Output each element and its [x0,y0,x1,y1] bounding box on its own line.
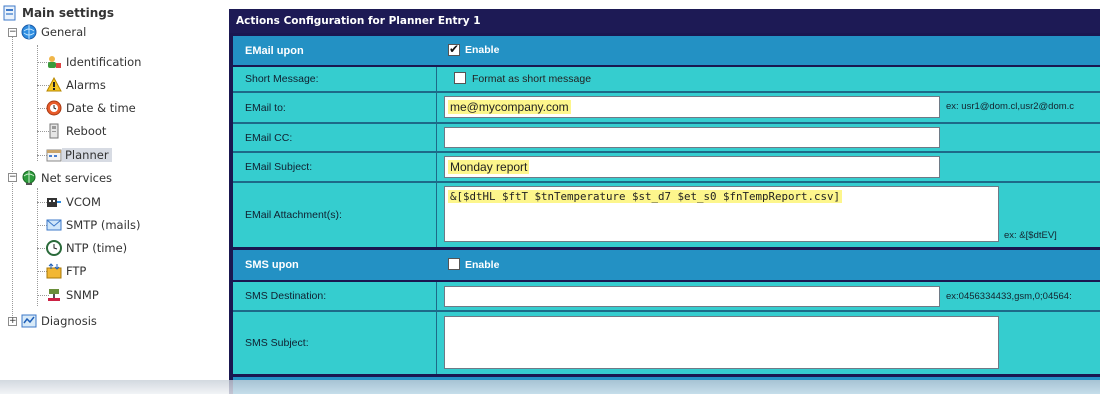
ftp-icon [46,263,62,279]
globe-icon [21,24,37,40]
tree-item-diagnosis[interactable]: Diagnosis [21,311,97,331]
email-to-input[interactable]: me@mycompany.com [444,96,940,118]
diagnosis-icon [21,313,37,329]
panel-title: Actions Configuration for Planner Entry … [229,9,1100,33]
tree-item-ntp[interactable]: NTP (time) [46,238,127,258]
email-attachment-label: EMail Attachment(s): [233,183,437,247]
network-globe-icon [21,170,37,186]
sms-section-title: SMS upon [245,259,299,271]
actions-config-panel: Actions Configuration for Planner Entry … [229,9,1100,394]
identification-icon [46,54,62,70]
email-to-label: EMail to: [233,93,437,122]
email-enable-label: Enable [465,44,500,56]
tree-connector [37,188,38,306]
sms-section-header: SMS upon Enable [233,250,1100,280]
tree-item-ftp[interactable]: FTP [46,261,86,281]
tree-item-vcom[interactable]: VCOM [46,192,101,212]
tree-label-general: General [41,25,87,39]
settings-tree: Main settings − General Identification A… [0,0,225,394]
mail-icon [46,217,62,233]
tree-item-smtp[interactable]: SMTP (mails) [46,215,140,235]
collapse-general-icon[interactable]: − [8,28,17,37]
sms-enable-label: Enable [465,259,500,271]
planner-icon [46,147,62,163]
settings-page-icon [2,5,18,21]
sms-subject-row: SMS Subject: [233,312,1100,374]
sms-destination-row: SMS Destination: ex:0456334433,gsm,0;045… [233,282,1100,310]
email-cc-label: EMail CC: [233,124,437,151]
tree-item-date-time[interactable]: Date & time [46,98,136,118]
sms-enable-checkbox[interactable] [448,258,460,270]
tree-item-net-services[interactable]: Net services [21,168,112,188]
tree-label-planner-selected: Planner [62,148,112,162]
email-section-title: EMail upon [245,44,304,57]
email-to-hint: ex: usr1@dom.cl,usr2@dom.c [946,101,1075,112]
tree-item-identification[interactable]: Identification [46,52,141,72]
tree-item-alarms[interactable]: Alarms [46,75,106,95]
short-message-row: Short Message: Format as short message [233,67,1100,91]
email-to-row: EMail to: me@mycompany.com ex: usr1@dom.… [233,93,1100,122]
snmp-icon [46,287,62,303]
sms-destination-hint: ex:0456334433,gsm,0;04564: [946,291,1072,302]
bottom-fade-strip [0,380,1100,394]
email-attachment-textarea[interactable]: &[$dtHL $ftT $tnTemperature $st_d7 $et_s… [444,186,999,242]
email-subject-label: EMail Subject: [233,153,437,181]
tree-item-planner[interactable]: Planner [46,145,112,165]
email-section-header: EMail upon Enable [233,36,1100,65]
email-attachment-row: EMail Attachment(s): &[$dtHL $ftT $tnTem… [233,183,1100,247]
email-cc-row: EMail CC: [233,124,1100,151]
short-message-checkbox[interactable] [454,72,466,84]
tree-item-reboot[interactable]: Reboot [46,121,106,141]
tree-item-general[interactable]: General [21,22,86,42]
email-enable-checkbox[interactable] [448,42,460,56]
short-message-label: Short Message: [233,67,437,91]
email-subject-row: EMail Subject: Monday report [233,153,1100,181]
time-icon [46,240,62,256]
email-subject-input[interactable]: Monday report [444,156,940,178]
sms-subject-textarea[interactable] [444,316,999,369]
short-message-checkbox-label: Format as short message [472,73,592,85]
clock-icon [46,100,62,116]
collapse-net-services-icon[interactable]: − [8,173,17,182]
tree-item-snmp[interactable]: SNMP [46,285,99,305]
sms-destination-label: SMS Destination: [233,282,437,310]
email-attachment-hint: ex: &[$dtEV] [1004,230,1057,241]
sms-destination-input[interactable] [444,286,940,307]
sms-subject-label: SMS Subject: [233,312,437,374]
tree-root-label: Main settings [22,6,115,20]
expand-diagnosis-icon[interactable]: + [8,317,17,326]
reboot-icon [46,123,62,139]
vcom-icon [46,194,62,210]
warning-icon [46,76,62,93]
email-cc-input[interactable] [444,127,940,148]
tree-root[interactable]: Main settings [2,3,114,23]
